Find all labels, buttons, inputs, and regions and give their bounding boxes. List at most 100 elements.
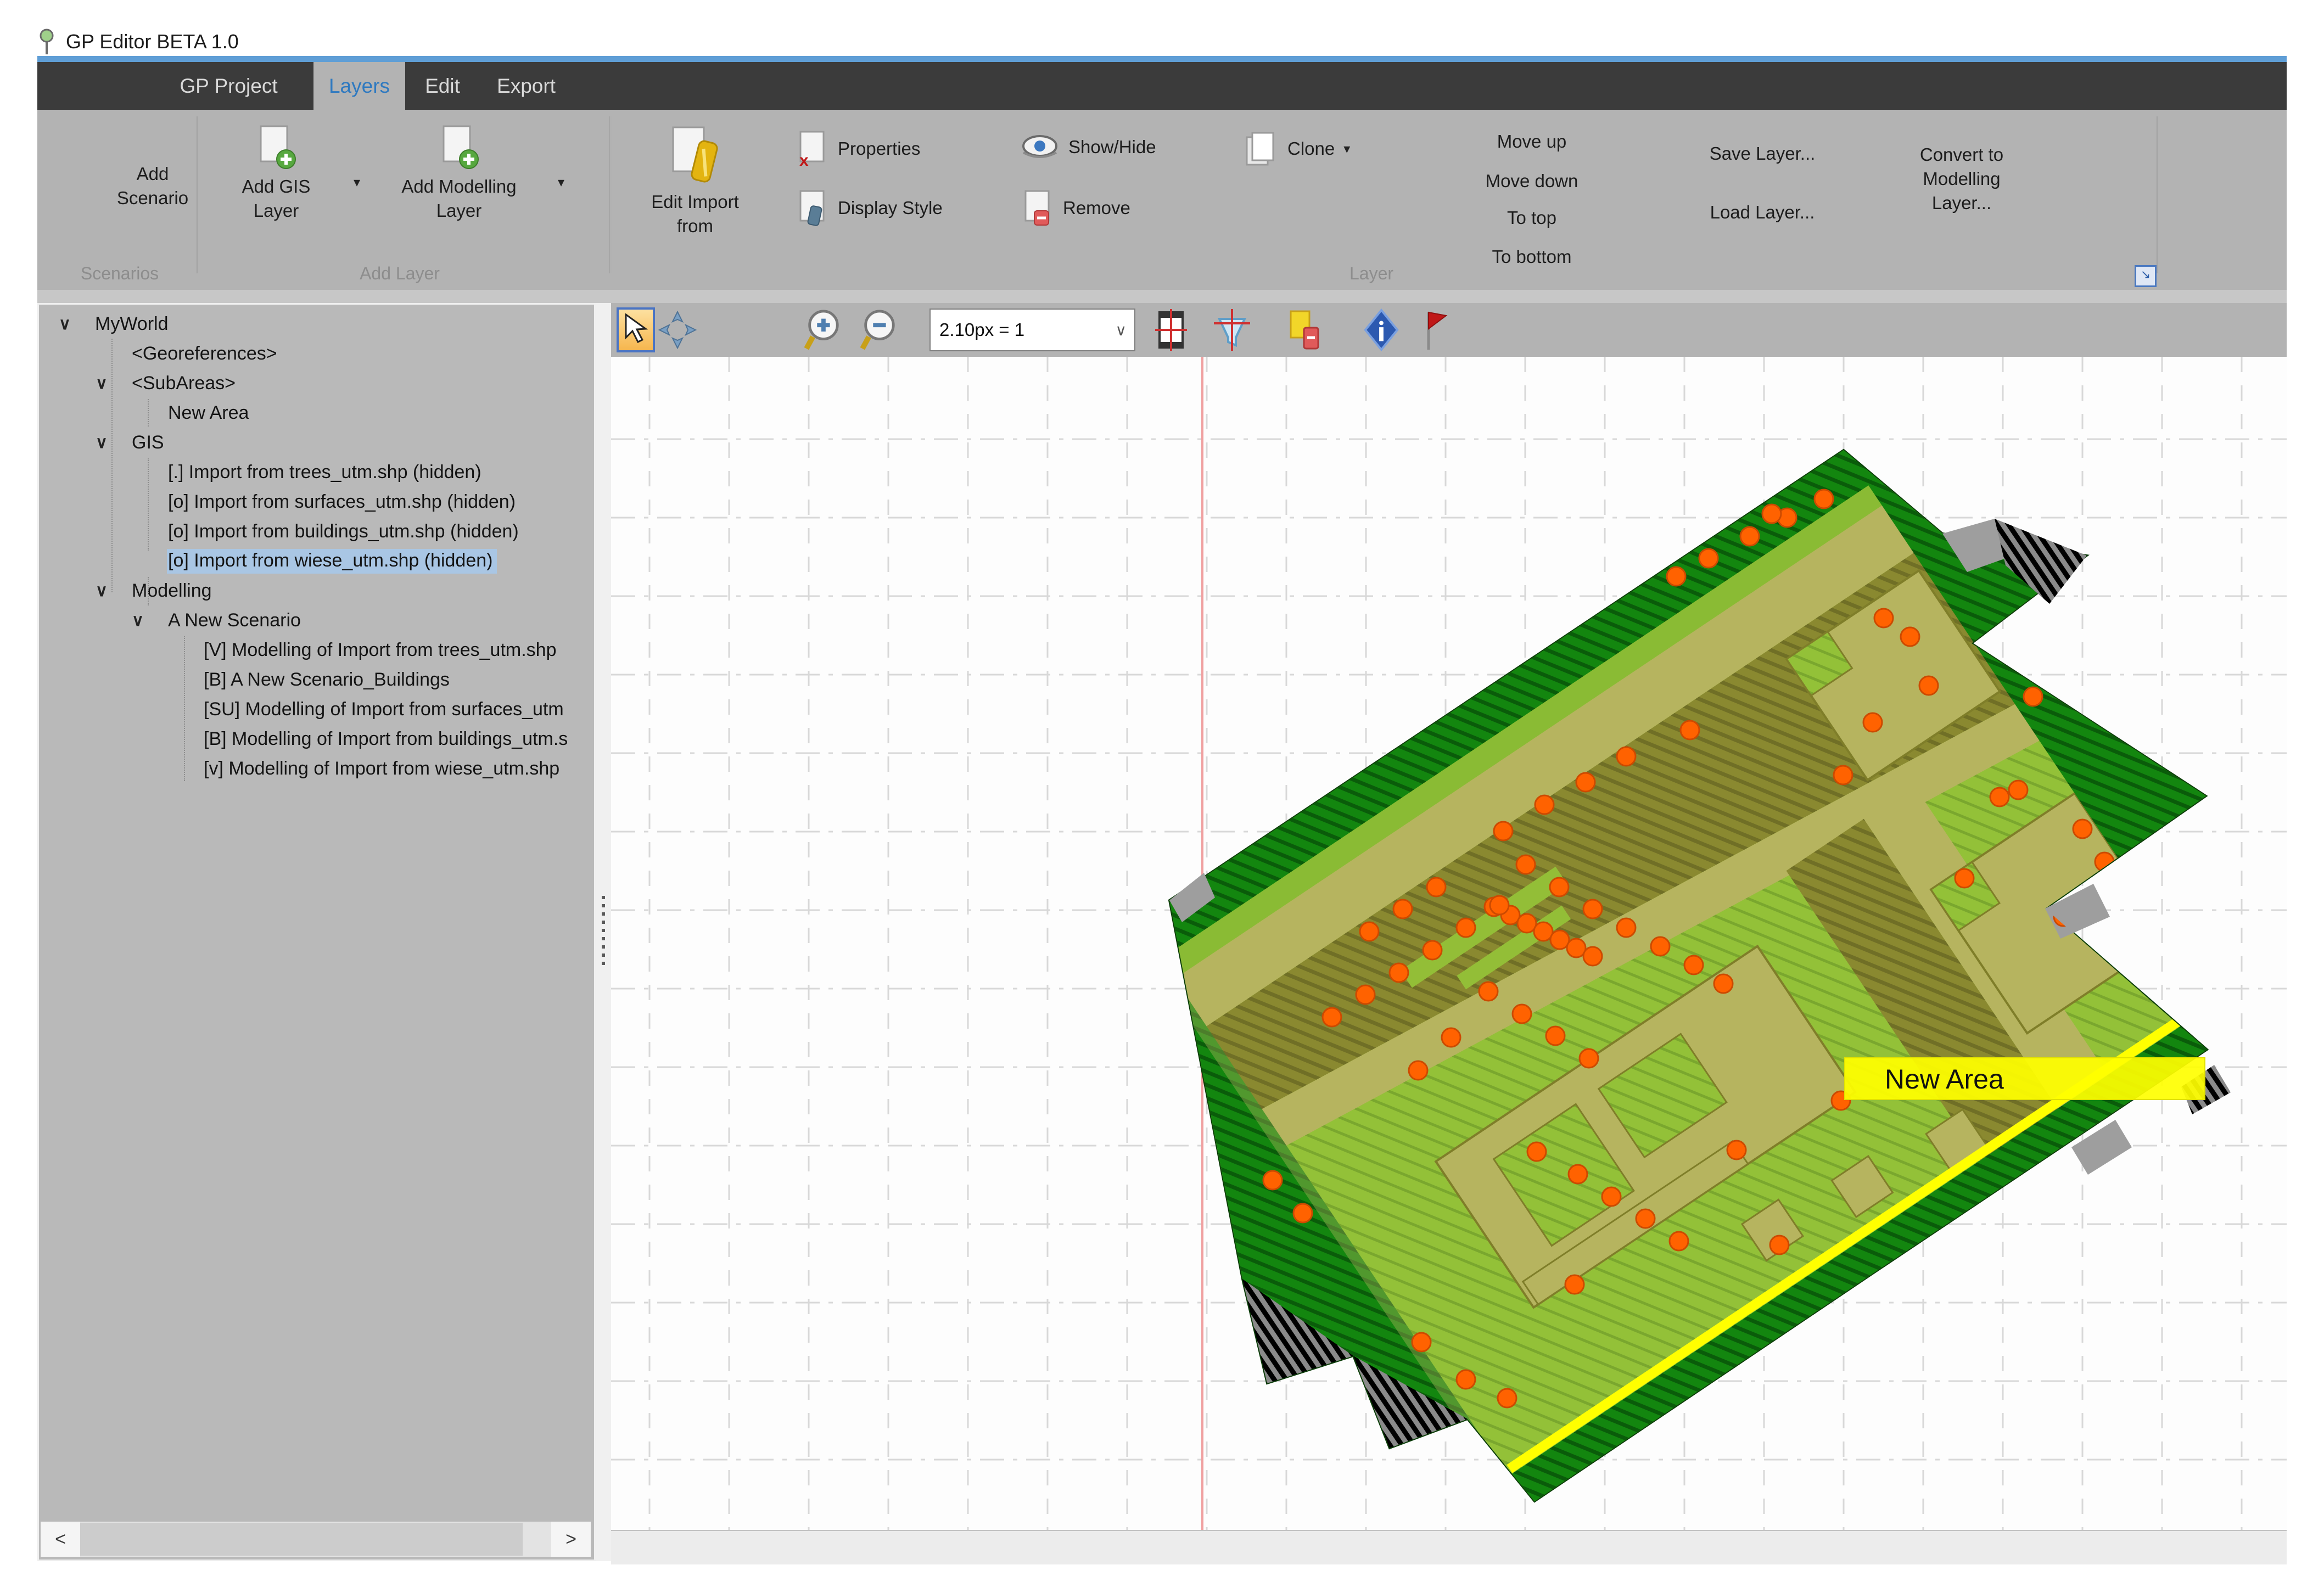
splitter-grip-dot (602, 962, 605, 965)
tree-item[interactable]: [v] Modelling of Import from wiese_utm.s… (39, 755, 591, 782)
tree-item[interactable]: [B] Modelling of Import from buildings_u… (39, 725, 591, 753)
tree-item[interactable]: ∨MyWorld (39, 310, 591, 338)
tree-dot (1990, 788, 2009, 806)
tree-item[interactable]: [o] Import from buildings_utm.shp (hidde… (39, 518, 591, 545)
pan-tool-button[interactable] (658, 307, 697, 352)
tree-expander-icon[interactable]: ∨ (96, 433, 108, 452)
splitter-grip-dot (602, 937, 605, 940)
tree-expander-icon[interactable]: ∨ (96, 374, 108, 393)
tree-dot (1360, 922, 1379, 941)
tab-gp-project[interactable]: GP Project (160, 62, 298, 110)
add-gis-dropdown-caret[interactable]: ▾ (354, 175, 360, 190)
convert-to-modelling-layer-button[interactable]: Convert to Modelling Layer... (1899, 143, 2025, 215)
tree-item-label: [SU] Modelling of Import from surfaces_u… (204, 699, 564, 720)
tree-item[interactable]: [o] Import from surfaces_utm.shp (hidden… (39, 488, 591, 515)
tree-expander-icon[interactable]: ∨ (59, 315, 71, 334)
tree-dot (1457, 1370, 1475, 1389)
panel-splitter[interactable] (596, 303, 611, 1561)
remove-button[interactable]: Remove (1020, 190, 1130, 226)
move-down-button[interactable]: Move down (1486, 171, 1578, 192)
tree-dot (1770, 1236, 1789, 1254)
tree-item[interactable]: ∨ GIS (39, 429, 591, 456)
flag-button[interactable] (1421, 307, 1451, 352)
title-bar: GP Editor BETA 1.0 (37, 26, 696, 57)
tree-item-label: GIS (132, 432, 164, 453)
tree-expander-icon[interactable]: ∨ (96, 581, 108, 601)
dialog-launcher-icon[interactable]: ↘ (2135, 265, 2157, 287)
edit-import-from-button[interactable]: Edit Import from (629, 125, 761, 238)
ribbon-bottom-strip (37, 290, 2287, 303)
tree-dot (1583, 947, 1602, 966)
canvas-bottom-scrollbar[interactable] (611, 1530, 2287, 1564)
tree-item[interactable]: [o] Import from wiese_utm.shp (hidden) (39, 547, 591, 575)
select-tool-button[interactable] (617, 307, 655, 352)
tab-edit[interactable]: Edit (415, 62, 470, 110)
tree-dot (1494, 822, 1513, 840)
tree-dot (1479, 982, 1498, 1001)
tree-dot (1602, 1187, 1621, 1206)
tree-item[interactable]: ∨<SubAreas> (39, 369, 591, 397)
zoom-in-button[interactable] (803, 307, 842, 352)
tree-item-label: <Georeferences> (132, 343, 277, 364)
flag-icon (1422, 309, 1449, 351)
tree-dot (1727, 1141, 1746, 1159)
tree-item[interactable]: New Area (39, 399, 591, 427)
tree-item[interactable]: ∨Modelling (39, 577, 591, 604)
tab-layers[interactable]: Layers (313, 62, 405, 110)
tree-item[interactable]: [.] Import from trees_utm.shp (hidden) (39, 458, 591, 486)
tree-item[interactable]: [SU] Modelling of Import from surfaces_u… (39, 695, 591, 723)
scroll-right-button[interactable]: > (551, 1522, 591, 1557)
tree-item[interactable]: [B] A New Scenario_Buildings (39, 666, 591, 693)
add-modelling-layer-button[interactable]: Add Modelling Layer (377, 125, 541, 223)
subarea-pages-icon (1287, 309, 1324, 351)
tree-guide (111, 339, 113, 592)
tree-item-label: [.] Import from trees_utm.shp (hidden) (168, 462, 481, 483)
clone-button[interactable]: Clone ▾ (1242, 131, 1350, 167)
load-layer-button[interactable]: Load Layer... (1710, 202, 1815, 223)
tree-item-label: A New Scenario (168, 610, 301, 631)
clone-dropdown-caret[interactable]: ▾ (1343, 141, 1350, 157)
pan-arrows-icon (658, 311, 697, 349)
show-hide-button[interactable]: Show/Hide (1020, 131, 1156, 164)
to-top-button[interactable]: To top (1507, 207, 1556, 228)
tree-dot (2009, 781, 2028, 799)
grid-crosshair-button[interactable] (1152, 307, 1190, 352)
tree-dot (1699, 549, 1718, 568)
canvas-toolbar: 2.10px = 1 ∨ (611, 303, 2287, 357)
subarea-pages-button[interactable] (1286, 307, 1325, 352)
zoom-out-button[interactable] (859, 307, 898, 352)
properties-button[interactable]: x Properties (795, 131, 920, 167)
edit-import-icon (662, 125, 728, 187)
center-crosshair-button[interactable] (1213, 307, 1251, 352)
scroll-left-button[interactable]: < (41, 1522, 80, 1557)
move-up-button[interactable]: Move up (1497, 131, 1567, 152)
tree-item[interactable]: ∨ A New Scenario (39, 607, 591, 634)
page-add-icon (251, 125, 301, 171)
tree-dot (1762, 504, 1781, 523)
zoom-scale-combobox[interactable]: 2.10px = 1 ∨ (929, 308, 1135, 351)
remove-icon (1020, 190, 1054, 226)
tree-dot (1293, 1204, 1312, 1222)
cursor-arrow-icon (621, 313, 650, 346)
tree-horizontal-scrollbar[interactable]: < > (41, 1522, 591, 1557)
tree-dot (1490, 896, 1509, 915)
info-diamond-button[interactable] (1362, 307, 1401, 352)
to-bottom-button[interactable]: To bottom (1492, 246, 1572, 267)
tab-export[interactable]: Export (486, 62, 566, 110)
save-layer-button[interactable]: Save Layer... (1710, 143, 1816, 164)
tree-dot (1393, 900, 1412, 918)
svg-text:x: x (799, 152, 809, 167)
ribbon: Scenarios Add Layer Layer Add Scenario A… (37, 110, 2287, 290)
tree-item[interactable]: [V] Modelling of Import from trees_utm.s… (39, 636, 591, 664)
map-canvas[interactable]: New Area (611, 357, 2287, 1530)
add-gis-layer-button[interactable]: Add GIS Layer (219, 125, 334, 223)
display-style-button[interactable]: Display Style (795, 190, 943, 226)
tree-dot (1651, 937, 1670, 956)
tree-dot (1670, 1232, 1688, 1250)
scrollbar-thumb[interactable] (80, 1523, 523, 1556)
tree-expander-icon[interactable]: ∨ (132, 611, 144, 630)
tree-item[interactable]: <Georeferences> (39, 340, 591, 367)
add-modelling-dropdown-caret[interactable]: ▾ (558, 175, 564, 190)
add-scenario-button[interactable]: Add Scenario (79, 162, 227, 210)
tree-dot (1580, 1049, 1598, 1068)
